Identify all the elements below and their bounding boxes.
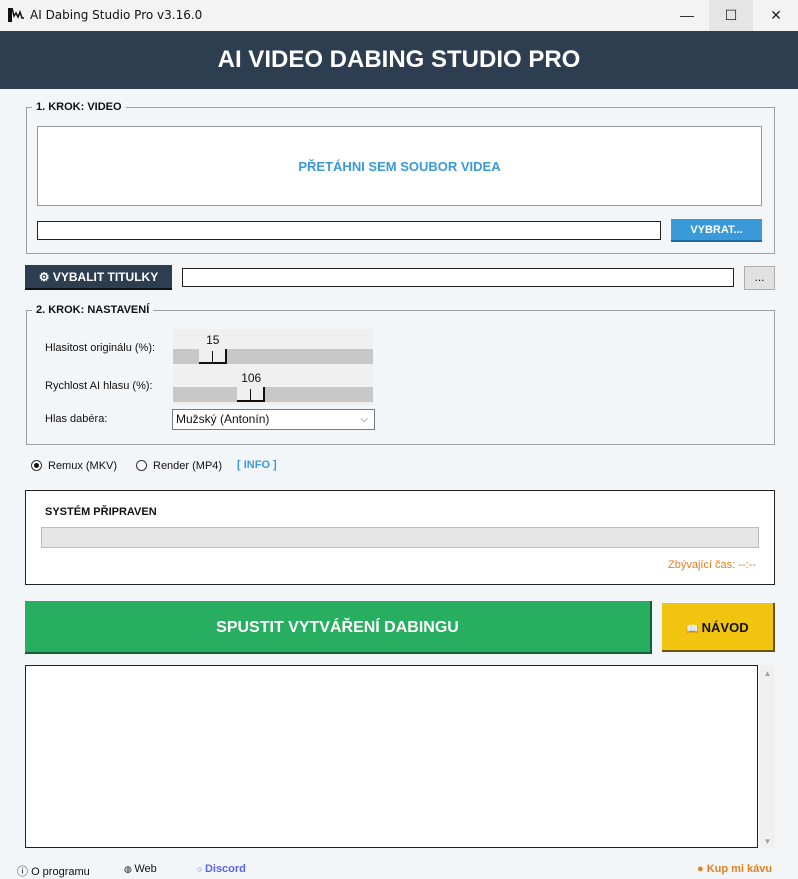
app-icon xyxy=(8,8,24,22)
browse-subtitles-button[interactable]: ... xyxy=(744,266,775,290)
globe-icon: ◍ xyxy=(124,864,135,874)
chat-icon: ○ xyxy=(197,864,205,874)
window-title: AI Dabing Studio Pro v3.16.0 xyxy=(30,8,203,22)
discord-link[interactable]: ○ Discord xyxy=(197,863,246,875)
gear-icon: ⚙ xyxy=(38,270,53,284)
status-title: SYSTÉM PŘIPRAVEN xyxy=(45,506,157,518)
render-radio[interactable] xyxy=(136,460,147,471)
chevron-down-icon: ⌵ xyxy=(360,414,368,425)
step2-group xyxy=(26,310,775,445)
web-link[interactable]: ◍ Web xyxy=(124,863,157,875)
extract-subtitles-button[interactable]: ⚙ VYBALIT TITULKY xyxy=(25,265,172,290)
title-bar: AI Dabing Studio Pro v3.16.0 — ☐ ✕ xyxy=(0,0,798,31)
step2-legend: 2. KROK: NASTAVENÍ xyxy=(32,304,154,316)
volume-slider[interactable]: 15 xyxy=(173,329,373,367)
render-label: Render (MP4) xyxy=(153,460,223,472)
scroll-down-icon[interactable]: ▼ xyxy=(760,837,775,846)
info-link[interactable]: [ INFO ] xyxy=(237,459,277,471)
log-output[interactable] xyxy=(25,665,758,848)
video-drop-zone[interactable]: PŘETÁHNI SEM SOUBOR VIDEA xyxy=(37,126,762,206)
volume-label: Hlasitost originálu (%): xyxy=(45,342,156,354)
info-icon: ⓘ xyxy=(17,866,32,878)
close-button[interactable]: ✕ xyxy=(754,0,798,31)
subtitles-path-input[interactable] xyxy=(182,268,734,287)
speed-slider[interactable]: 106 xyxy=(173,367,373,405)
remux-label: Remux (MKV) xyxy=(48,460,118,472)
extract-subtitles-label: VYBALIT TITULKY xyxy=(52,270,159,284)
discord-label: Discord xyxy=(204,863,246,875)
speed-label: Rychlost AI hlasu (%): xyxy=(45,380,153,392)
voice-selected: Mužský (Antonín) xyxy=(176,412,270,426)
log-scrollbar[interactable]: ▲ ▼ xyxy=(760,665,775,848)
coffee-link[interactable]: ● Kup mi kávu xyxy=(697,863,772,875)
guide-button[interactable]: 📖 NÁVOD xyxy=(662,603,775,652)
start-dubbing-button[interactable]: SPUSTIT VYTVÁŘENÍ DABINGU xyxy=(25,601,652,654)
coffee-label: Kup mi kávu xyxy=(706,863,773,875)
coffee-icon: ● xyxy=(697,863,707,875)
step1-legend: 1. KROK: VIDEO xyxy=(32,101,126,113)
volume-value: 15 xyxy=(206,333,220,347)
scroll-up-icon[interactable]: ▲ xyxy=(760,669,775,678)
minimize-button[interactable]: — xyxy=(665,0,709,31)
about-link[interactable]: ⓘ O programu xyxy=(17,863,90,879)
speed-value: 106 xyxy=(241,371,262,385)
video-path-input[interactable] xyxy=(37,221,661,240)
voice-label: Hlas dabéra: xyxy=(45,413,108,425)
book-icon: 📖 xyxy=(686,624,702,635)
progress-bar xyxy=(41,527,759,548)
guide-label: NÁVOD xyxy=(701,620,749,635)
browse-video-button[interactable]: VYBRAT... xyxy=(671,219,762,242)
remaining-time: Zbývající čas: --:-- xyxy=(667,559,756,571)
about-label: O programu xyxy=(31,866,90,878)
voice-select[interactable]: Mužský (Antonín) ⌵ xyxy=(172,409,375,430)
maximize-button[interactable]: ☐ xyxy=(709,0,753,31)
app-header: AI VIDEO DABING STUDIO PRO xyxy=(0,31,798,89)
remux-radio[interactable] xyxy=(31,460,42,471)
web-label: Web xyxy=(134,863,157,875)
